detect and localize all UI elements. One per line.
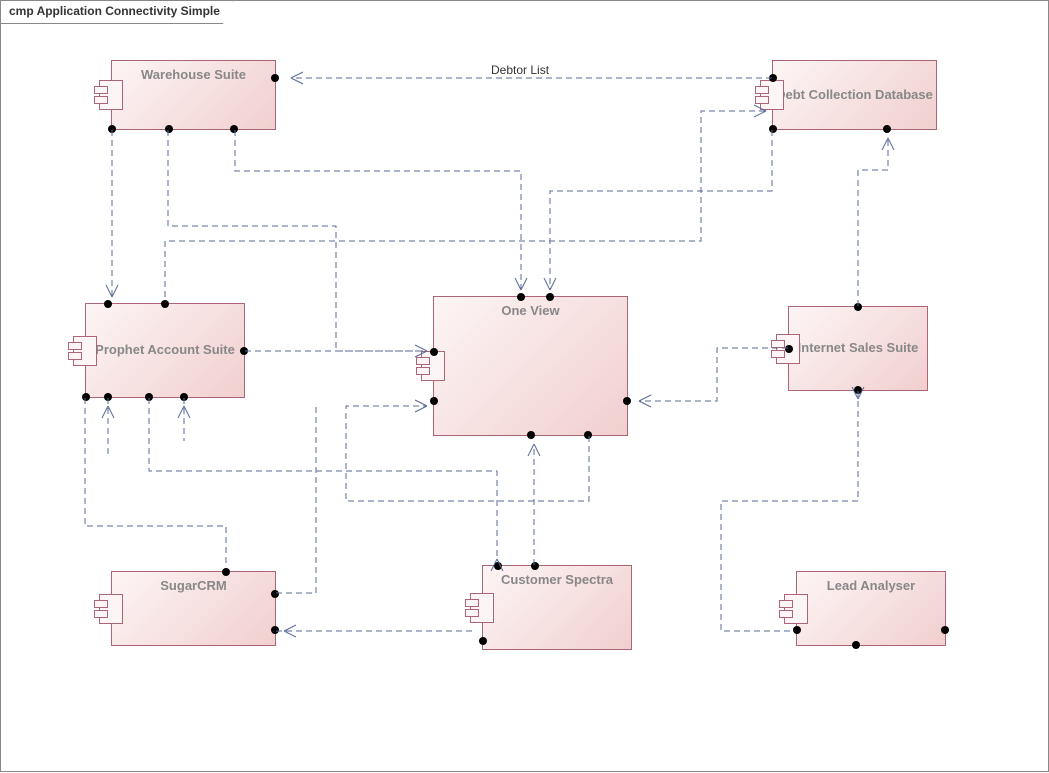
diagram-frame: cmp Application Connectivity Simple Ware…	[0, 0, 1049, 772]
component-sugarcrm[interactable]: SugarCRM	[111, 571, 276, 646]
component-label: Warehouse Suite	[141, 67, 246, 83]
component-icon	[99, 80, 123, 110]
component-label: Internet Sales Suite	[798, 340, 919, 356]
component-lead-analyser[interactable]: Lead Analyser	[796, 571, 946, 646]
component-icon	[470, 593, 494, 623]
component-label: Customer Spectra	[501, 572, 613, 588]
component-label: SugarCRM	[160, 578, 226, 594]
component-label: Debt Collection Database	[776, 87, 933, 103]
component-debt-collection-database[interactable]: Debt Collection Database	[772, 60, 937, 130]
component-internet-sales-suite[interactable]: Internet Sales Suite	[788, 306, 928, 391]
diagram-title: cmp Application Connectivity Simple	[0, 0, 233, 24]
component-icon	[760, 80, 784, 110]
component-one-view[interactable]: One View	[433, 296, 628, 436]
component-icon	[99, 594, 123, 624]
component-label: One View	[501, 303, 559, 319]
component-label: Prophet Account Suite	[95, 342, 235, 358]
component-icon	[784, 594, 808, 624]
component-prophet-account-suite[interactable]: Prophet Account Suite	[85, 303, 245, 398]
component-label: Lead Analyser	[827, 578, 915, 594]
connection-label-debtor-list: Debtor List	[491, 63, 549, 77]
component-customer-spectra[interactable]: Customer Spectra	[482, 565, 632, 650]
component-warehouse-suite[interactable]: Warehouse Suite	[111, 60, 276, 130]
component-icon	[73, 336, 97, 366]
